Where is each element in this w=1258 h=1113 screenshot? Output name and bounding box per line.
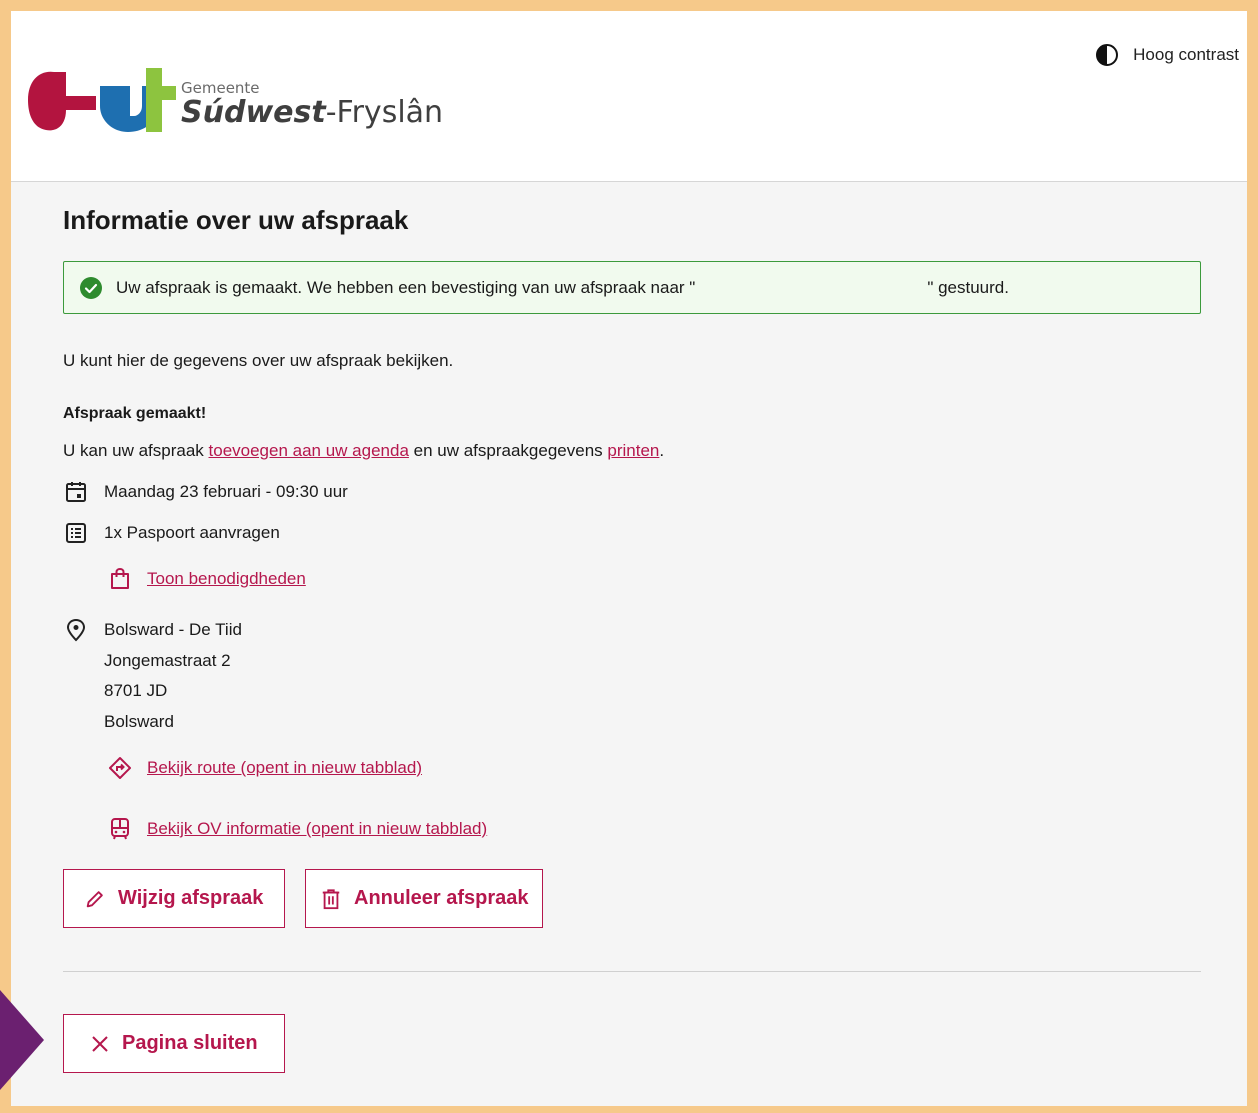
- logo-title-rest: -Fryslân: [325, 95, 444, 130]
- appointment-datetime: Maandag 23 februari - 09:30 uur: [104, 482, 348, 501]
- requirements-row: Toon benodigdheden: [107, 566, 306, 592]
- page-frame: Hoog contrast Gemeente Súdwest-Fryslân I…: [11, 11, 1247, 1106]
- intro-text: U kunt hier de gegevens over uw afspraak…: [63, 351, 454, 370]
- high-contrast-label: Hoog contrast: [1133, 45, 1239, 64]
- view-route-link[interactable]: Bekijk route (opent in nieuw tabblad): [147, 758, 422, 778]
- logo-title: Súdwest-Fryslân: [181, 95, 443, 130]
- alert-text-end: " gestuurd.: [927, 277, 1009, 297]
- bus-icon: [107, 816, 133, 842]
- appointment-datetime-row: Maandag 23 februari - 09:30 uur: [63, 479, 348, 505]
- agenda-print-text: U kan uw afspraak toevoegen aan uw agend…: [63, 441, 664, 461]
- close-page-label: Pagina sluiten: [122, 1032, 258, 1054]
- public-transport-info-link[interactable]: Bekijk OV informatie (opent in nieuw tab…: [147, 819, 487, 839]
- list-icon: [63, 520, 89, 546]
- location-street: Jongemastraat 2: [104, 651, 231, 670]
- show-requirements-link[interactable]: Toon benodigdheden: [147, 569, 306, 589]
- page-title: Informatie over uw afspraak: [63, 205, 409, 235]
- close-icon: [92, 1035, 108, 1052]
- cancel-appointment-button[interactable]: Annuleer afspraak: [305, 869, 543, 928]
- agenda-prefix: U kan uw afspraak: [63, 441, 209, 460]
- logo-title-bold: Súdwest: [181, 95, 326, 130]
- check-circle-icon: [80, 276, 102, 299]
- add-to-calendar-link[interactable]: toevoegen aan uw agenda: [209, 441, 409, 460]
- calendar-icon: [63, 479, 89, 505]
- high-contrast-toggle[interactable]: Hoog contrast: [1095, 43, 1239, 67]
- public-transport-row: Bekijk OV informatie (opent in nieuw tab…: [107, 816, 487, 842]
- pencil-icon: [86, 890, 103, 907]
- shopping-bag-icon: [107, 566, 133, 592]
- agenda-suffix: .: [659, 441, 665, 460]
- route-row: Bekijk route (opent in nieuw tabblad): [107, 755, 422, 781]
- appointment-made-heading: Afspraak gemaakt!: [63, 405, 207, 422]
- edit-appointment-button[interactable]: Wijzig afspraak: [63, 869, 285, 928]
- divider: [63, 971, 1201, 972]
- location-row: Bolsward - De Tiid: [63, 617, 242, 643]
- location-name: Bolsward - De Tiid: [104, 620, 242, 639]
- route-directions-icon: [107, 755, 133, 781]
- agenda-middle: en uw afspraakgegevens: [408, 441, 608, 460]
- pointer-marker: [0, 990, 44, 1090]
- trash-icon: [322, 888, 340, 909]
- appointment-product-row: 1x Paspoort aanvragen: [63, 520, 280, 546]
- contrast-icon: [1096, 44, 1119, 66]
- success-alert: Uw afspraak is gemaakt. We hebben een be…: [63, 261, 1201, 314]
- print-link[interactable]: printen: [607, 441, 659, 460]
- location-postcode: 8701 JD: [104, 681, 168, 700]
- edit-appointment-label: Wijzig afspraak: [118, 887, 264, 909]
- site-header: Hoog contrast Gemeente Súdwest-Fryslân: [11, 11, 1247, 182]
- location-city: Bolsward: [104, 712, 174, 731]
- appointment-product: 1x Paspoort aanvragen: [104, 523, 280, 542]
- cancel-appointment-label: Annuleer afspraak: [354, 887, 529, 909]
- location-pin-icon: [63, 617, 89, 643]
- alert-text-start: Uw afspraak is gemaakt. We hebben een be…: [116, 277, 696, 297]
- close-page-button[interactable]: Pagina sluiten: [63, 1014, 285, 1073]
